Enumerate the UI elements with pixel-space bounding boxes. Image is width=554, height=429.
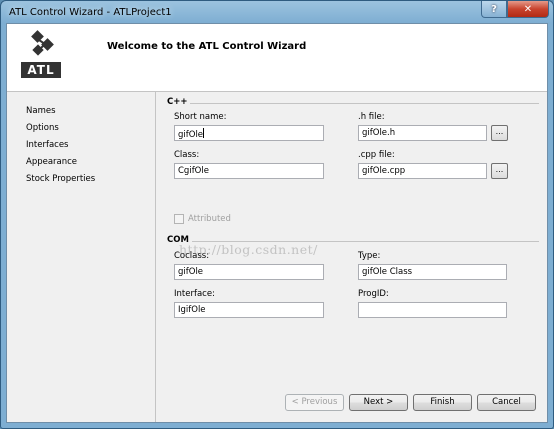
wizard-window: ATL Control Wizard - ATLProject1 ? ✕ ATL…	[0, 0, 554, 429]
short-name-input[interactable]: gifOle	[174, 125, 324, 141]
wizard-nav: Names Options Interfaces Appearance Stoc…	[7, 92, 156, 422]
nav-item-options[interactable]: Options	[26, 123, 59, 133]
cpp-file-label: .cpp file:	[358, 150, 395, 160]
text-caret	[203, 128, 205, 138]
nav-item-stock-properties[interactable]: Stock Properties	[26, 174, 95, 184]
interface-input[interactable]: IgifOle	[174, 302, 324, 318]
atl-logo-icon	[31, 30, 54, 56]
close-button[interactable]: ✕	[507, 1, 549, 18]
close-icon: ✕	[523, 3, 533, 15]
wizard-header: ATL Welcome to the ATL Control Wizard	[7, 24, 547, 92]
atl-logo: ATL	[19, 30, 63, 78]
type-input[interactable]: gifOle Class	[358, 264, 507, 280]
nav-item-interfaces[interactable]: Interfaces	[26, 140, 68, 150]
h-file-browse-button[interactable]: ...	[491, 125, 508, 141]
progid-label: ProgID:	[358, 289, 389, 299]
class-input[interactable]: CgifOle	[174, 163, 324, 179]
cpp-file-browse-button[interactable]: ...	[491, 163, 508, 179]
short-name-label: Short name:	[174, 112, 227, 122]
nav-item-names[interactable]: Names	[26, 106, 56, 116]
h-file-input[interactable]: gifOle.h	[358, 125, 487, 141]
next-button[interactable]: Next >	[349, 394, 408, 411]
help-button[interactable]: ?	[481, 1, 507, 18]
short-name-value: gifOle	[178, 130, 204, 140]
nav-item-appearance[interactable]: Appearance	[26, 157, 77, 167]
coclass-input[interactable]: gifOle	[174, 264, 324, 280]
window-title: ATL Control Wizard - ATLProject1	[9, 7, 172, 18]
attributed-checkbox[interactable]	[174, 214, 184, 224]
progid-input[interactable]	[358, 302, 507, 318]
wizard-page-names: C++ Short name: gifOle .h file: gifOle.h…	[156, 92, 547, 422]
type-label: Type:	[358, 251, 381, 261]
help-icon: ?	[491, 3, 497, 15]
attributed-label: Attributed	[188, 214, 231, 224]
cpp-group-divider	[167, 103, 539, 104]
dialog-client: ATL Welcome to the ATL Control Wizard Na…	[6, 23, 548, 423]
title-bar[interactable]: ATL Control Wizard - ATLProject1 ? ✕	[1, 1, 553, 25]
h-file-label: .h file:	[358, 112, 385, 122]
cancel-button[interactable]: Cancel	[477, 394, 536, 411]
cpp-group-heading: C++	[167, 97, 191, 107]
watermark-text: http://blog.csdn.net/	[179, 242, 318, 257]
logo-text: ATL	[21, 62, 61, 78]
interface-label: Interface:	[174, 289, 215, 299]
class-label: Class:	[174, 150, 200, 160]
previous-button[interactable]: < Previous	[285, 394, 344, 411]
finish-button[interactable]: Finish	[413, 394, 472, 411]
page-title: Welcome to the ATL Control Wizard	[107, 41, 307, 52]
cpp-file-input[interactable]: gifOle.cpp	[358, 163, 487, 179]
